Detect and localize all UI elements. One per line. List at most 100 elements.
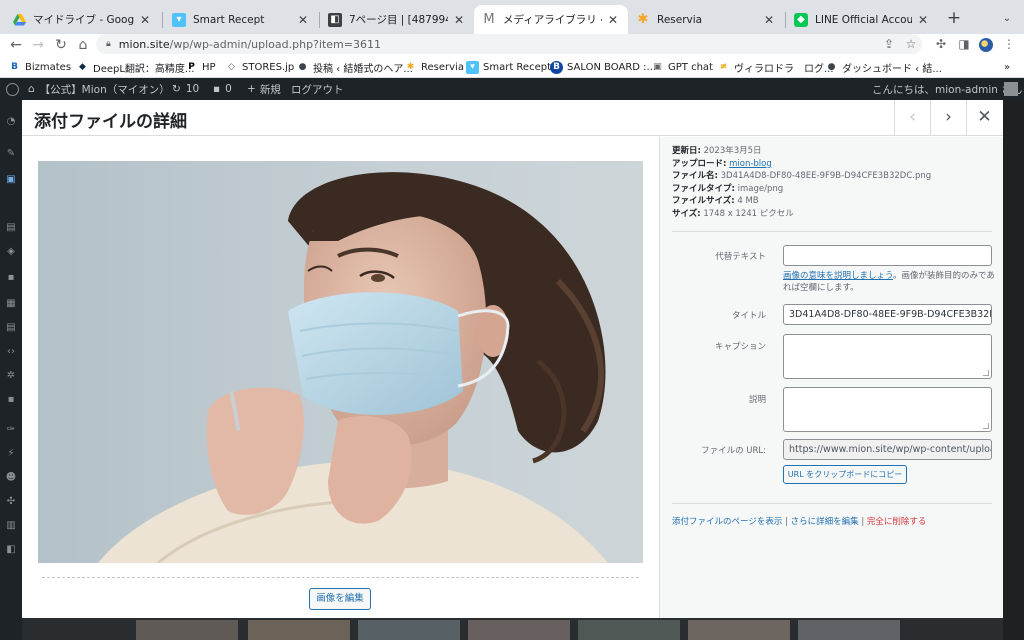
- bookmark-star-icon[interactable]: ☆: [902, 35, 920, 53]
- tab-search-icon[interactable]: ⌄: [998, 10, 1016, 28]
- comments-icon[interactable]: ▪: [5, 272, 17, 284]
- caption-textarea[interactable]: [783, 334, 992, 379]
- share-icon[interactable]: ⇪: [880, 35, 898, 53]
- dimensions-row: サイズ: 1748 x 1241 ピクセル: [672, 208, 931, 221]
- appearance-icon[interactable]: ✑: [5, 424, 17, 436]
- bookmark-label: Smart Recept: [483, 61, 551, 73]
- alt-text-help-link[interactable]: 画像の意味を説明しましょう: [783, 271, 893, 281]
- background-thumbnail: [248, 620, 350, 640]
- salon-board-icon: B: [550, 60, 563, 74]
- bookmark-item[interactable]: ● 投稿 ‹ 結婚式のヘア...: [296, 59, 413, 75]
- browser-tab[interactable]: ◧ 7ページ目 | [48799461] "女性 ✕: [320, 5, 474, 34]
- media-icon[interactable]: ▣: [5, 174, 17, 186]
- file-url-field[interactable]: https://www.mion.site/wp/wp-content/uplo…: [783, 439, 992, 460]
- account-greeting[interactable]: こんにちは、mion-admin さん: [872, 82, 1022, 96]
- dashboard-icon[interactable]: ◔: [5, 116, 17, 128]
- home-icon[interactable]: ⌂: [73, 35, 93, 55]
- address-bar[interactable]: 🔒︎ mion.site/wp/wp-admin/upload.php?item…: [96, 34, 922, 54]
- browser-tab-active[interactable]: M メディアライブラリ ‹ 【公式】 ✕: [474, 5, 628, 34]
- resize-grip-icon[interactable]: [983, 423, 989, 429]
- site-name-link[interactable]: ⌂ 【公式】Mion（マイオン）: [28, 82, 170, 96]
- comment-bubble-icon[interactable]: ▪: [5, 394, 17, 406]
- close-tab-icon[interactable]: ✕: [452, 13, 466, 27]
- divider: [672, 231, 992, 232]
- users-icon[interactable]: ☻: [5, 472, 17, 484]
- woman-with-mask-illustration: [38, 161, 643, 563]
- tools-icon[interactable]: ✣: [5, 496, 17, 508]
- close-tab-icon[interactable]: ✕: [606, 13, 620, 27]
- bookmark-label: Bizmates: [25, 61, 72, 73]
- filename-row: ファイル名: 3D41A4D8-DF80-48EE-9F9B-D94CFE3B3…: [672, 170, 931, 183]
- browser-tab[interactable]: ◆ LINE Official Account Mana ✕: [786, 5, 938, 34]
- updates-count: 10: [185, 83, 200, 95]
- uploader-link[interactable]: mion-blog: [729, 159, 772, 169]
- updates-link[interactable]: ↻ 10: [172, 82, 199, 96]
- reservia-icon: ✱: [637, 12, 649, 27]
- close-tab-icon[interactable]: ✕: [916, 13, 930, 27]
- close-tab-icon[interactable]: ✕: [762, 13, 776, 27]
- browser-tab[interactable]: ✱ Reservia ✕: [628, 5, 784, 34]
- close-tab-icon[interactable]: ✕: [296, 13, 310, 27]
- description-textarea[interactable]: [783, 387, 992, 432]
- logout-link[interactable]: ログアウト: [291, 82, 344, 96]
- bookmark-item[interactable]: ≠ ヴィラロドラ ログ...: [717, 59, 834, 75]
- close-tab-icon[interactable]: ✕: [138, 13, 152, 27]
- close-icon: ✕: [977, 107, 992, 127]
- edit-more-details-link[interactable]: さらに詳細を編集: [791, 517, 859, 527]
- posts-icon[interactable]: ✎: [5, 148, 17, 160]
- wordpress-icon: ●: [827, 62, 836, 72]
- copy-url-button[interactable]: URL をクリップボードにコピー: [783, 465, 907, 484]
- previous-attachment-button[interactable]: ‹: [894, 100, 930, 136]
- extensions-puzzle-icon[interactable]: ✣: [932, 35, 950, 53]
- settings-gear-icon[interactable]: ✲: [5, 370, 17, 382]
- settings-icon[interactable]: ▥: [5, 520, 17, 532]
- wp-admin-bar: ⌂ 【公式】Mion（マイオン） ↻ 10 ▪ 0 + 新規 ログアウト こんにちは、m…: [0, 78, 1024, 100]
- reload-icon[interactable]: ↻: [51, 35, 71, 55]
- bookmark-item[interactable]: B Bizmates: [8, 59, 71, 75]
- plugins-icon[interactable]: ⚡︎: [5, 448, 17, 460]
- background-thumbnail: [358, 620, 460, 640]
- chrome-menu-icon[interactable]: ⋮: [1000, 35, 1018, 53]
- filename-label: ファイル名:: [672, 171, 718, 181]
- close-modal-button[interactable]: ✕: [966, 100, 1002, 136]
- alt-text-input[interactable]: [783, 245, 992, 266]
- bookmark-item[interactable]: B SALON BOARD :...: [550, 59, 656, 75]
- next-attachment-button[interactable]: ›: [930, 100, 966, 136]
- pages-icon[interactable]: ▤: [5, 222, 17, 234]
- view-attachment-page-link[interactable]: 添付ファイルのページを表示: [672, 517, 782, 527]
- collapse-icon[interactable]: ◧: [5, 544, 17, 556]
- comments-link[interactable]: ▪ 0: [213, 82, 232, 96]
- bookmark-item[interactable]: ✱ Reservia: [404, 59, 464, 75]
- profile-avatar-icon[interactable]: [977, 35, 995, 53]
- more-bookmarks-icon[interactable]: »: [1004, 59, 1010, 75]
- browser-tab[interactable]: ▾ Smart Recept ✕: [164, 5, 318, 34]
- browser-tab[interactable]: マイドライブ - Google ドライ ✕: [4, 5, 160, 34]
- title-input[interactable]: 3D41A4D8-DF80-48EE-9F9B-D94CFE3B32DC: [783, 304, 992, 325]
- wordpress-logo-icon[interactable]: [6, 82, 19, 96]
- bookmark-item[interactable]: ◇ STORES.jp: [225, 59, 294, 75]
- code-icon[interactable]: ‹›: [5, 346, 17, 358]
- new-tab-icon[interactable]: +: [944, 9, 964, 29]
- bookmark-item[interactable]: ● ダッシュボード ‹ 結...: [825, 59, 942, 75]
- media-preview-pane: 画像を編集: [22, 137, 659, 618]
- bookmark-item[interactable]: P HP: [185, 59, 215, 75]
- avatar[interactable]: [1004, 82, 1018, 96]
- bookmark-item[interactable]: ▣ GPT chat: [651, 59, 713, 75]
- bookmark-item[interactable]: ▾ Smart Recept: [466, 59, 551, 75]
- delete-permanently-link[interactable]: 完全に削除する: [867, 517, 927, 527]
- tab-divider: [162, 12, 163, 28]
- forward-arrow-icon[interactable]: →: [28, 35, 48, 55]
- separator: |: [858, 517, 867, 527]
- new-label: 新規: [259, 83, 281, 96]
- back-arrow-icon[interactable]: ←: [6, 35, 26, 55]
- bookmark-label: ヴィラロドラ ログ...: [734, 63, 834, 75]
- table-icon[interactable]: ▦: [5, 298, 17, 310]
- edit-image-button[interactable]: 画像を編集: [309, 588, 371, 610]
- bookmark-item[interactable]: ◆ DeepL翻訳：高精度...: [76, 59, 194, 75]
- bookmark-label: SALON BOARD :...: [567, 61, 657, 73]
- tag-icon[interactable]: ◈: [5, 246, 17, 258]
- form-icon[interactable]: ▤: [5, 322, 17, 334]
- resize-grip-icon[interactable]: [983, 370, 989, 376]
- side-panel-icon[interactable]: ◨: [955, 35, 973, 53]
- new-content-link[interactable]: + 新規: [247, 82, 281, 96]
